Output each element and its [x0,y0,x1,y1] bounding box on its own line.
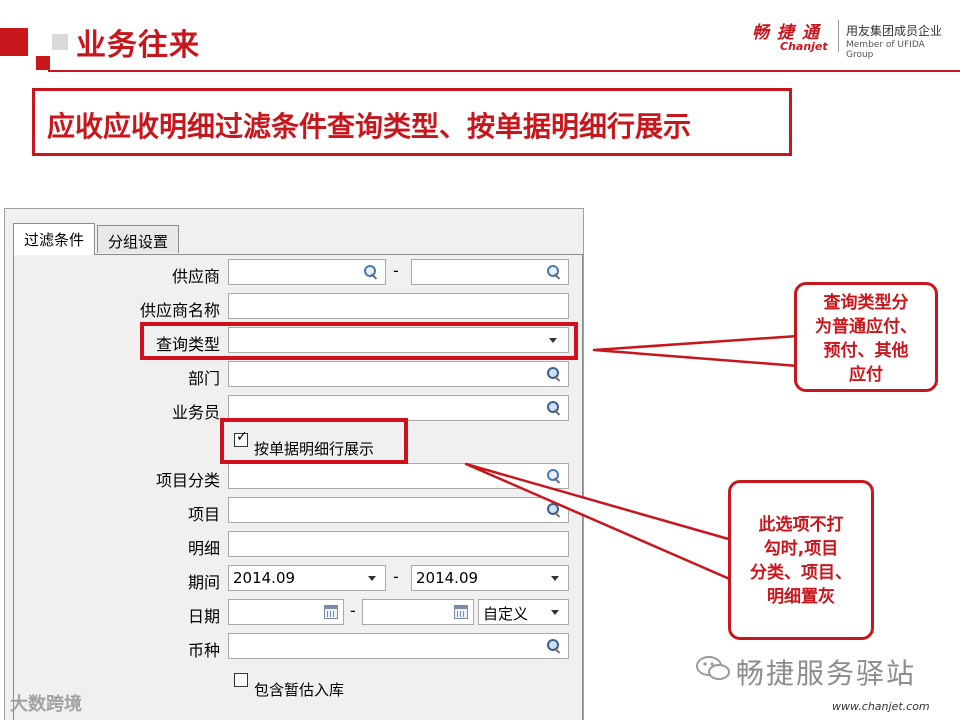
callout-line: 查询类型分 [823,293,909,313]
callout-query-type: 查询类型分 为普通应付、 预付、其他 应付 [794,282,938,392]
footer-url: www.chanjet.com [832,700,930,713]
callout-line: 分类、项目、 [750,563,852,583]
callout-pointer-unchecked [464,462,734,582]
callout-pointer-query-type [592,334,800,368]
callout-line: 为普通应付、 [815,317,917,337]
tab-filter-conditions[interactable]: 过滤条件 [13,223,95,255]
watermark-right: 畅捷服务驿站 [736,657,917,690]
callout-line: 勾时,项目 [763,539,839,559]
callout-line: 明细置灰 [767,587,835,607]
callout-unchecked-note: 此选项不打 勾时,项目 分类、项目、 明细置灰 [728,480,874,640]
wechat-icon [696,656,730,680]
callout-line: 预付、其他 [823,341,909,361]
watermark-left: 大数跨境 [10,694,82,715]
callout-line: 应付 [849,365,883,385]
callout-line: 此选项不打 [758,515,844,535]
